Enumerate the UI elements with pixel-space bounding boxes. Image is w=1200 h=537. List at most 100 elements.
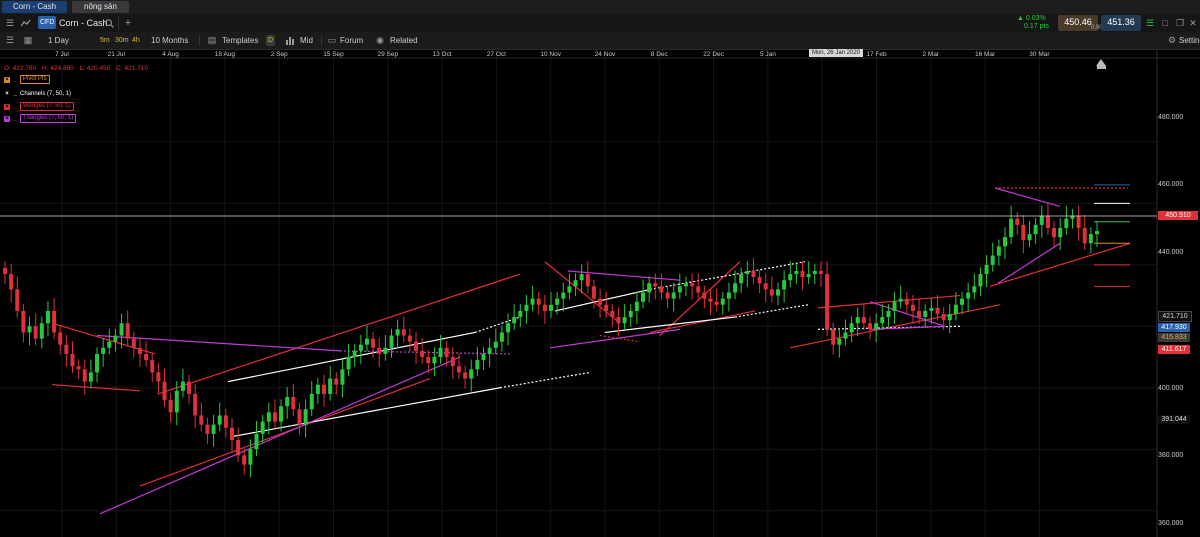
close-icon[interactable]: ✕ — [1188, 17, 1198, 29]
related-button[interactable]: Related — [390, 32, 418, 49]
candle-body — [364, 338, 369, 345]
indicator-settings-icon[interactable]: _ — [12, 77, 18, 83]
price-change-pts: 0.17 pts — [1024, 23, 1049, 30]
x-tick-label: 15 Sep — [323, 51, 344, 58]
chart-type-icon[interactable] — [20, 17, 32, 29]
y-tick-label: 360.000 — [1158, 520, 1184, 527]
maximize-icon[interactable]: □ — [1160, 17, 1170, 29]
indicator-triangles[interactable]: × _ Triangles (7, 50, 1) — [4, 114, 77, 123]
tab-nong-san[interactable]: nông sản — [72, 1, 129, 13]
x-tick-label: 13 Oct — [433, 51, 452, 58]
timeframe-5m[interactable]: 5m — [98, 35, 112, 46]
candle-body — [248, 449, 253, 465]
d-badge[interactable]: D — [266, 35, 276, 46]
candle-body — [107, 341, 112, 348]
triangle-line — [339, 350, 511, 355]
candle-body — [346, 357, 351, 370]
x-tick-label: 16 Mar — [975, 51, 996, 58]
candle-body — [475, 360, 480, 370]
forum-button[interactable]: Forum — [340, 32, 363, 49]
y-tick-label: 460.000 — [1158, 181, 1184, 188]
templates-button[interactable]: Templates — [222, 32, 258, 49]
candle-body — [996, 246, 1001, 256]
calendar-icon[interactable]: ▦ — [22, 35, 34, 46]
candle-body — [524, 304, 529, 311]
candle-body — [739, 274, 744, 284]
candle-body — [696, 286, 701, 293]
price-tag-pivot-r: 417.930 — [1158, 323, 1190, 332]
candle-body — [861, 317, 866, 324]
indicator-settings-icon[interactable]: _ — [12, 116, 18, 122]
timeframe-4h[interactable]: 4h — [130, 35, 142, 46]
candle-body — [941, 314, 946, 321]
order-ticket-icon[interactable]: ☰ — [1145, 17, 1155, 29]
candle-body — [450, 357, 455, 367]
candle-body — [1064, 218, 1069, 228]
remove-indicator-icon[interactable]: × — [4, 76, 10, 83]
candle-body — [984, 264, 989, 275]
candle-body — [775, 289, 780, 296]
timeframe-30m[interactable]: 30m — [113, 35, 131, 46]
restore-icon[interactable]: ❐ — [1175, 17, 1185, 29]
candle-body — [64, 344, 69, 354]
candle-body — [769, 289, 774, 296]
candle-body — [831, 329, 836, 345]
buy-button[interactable]: 451.36 — [1101, 15, 1141, 31]
range-selector[interactable]: 10 Months — [151, 32, 188, 49]
indicator-label: Wedges (7, 50, 1) — [20, 102, 74, 111]
candle-body — [585, 274, 590, 287]
candle-body — [285, 396, 290, 407]
templates-icon: ▤ — [207, 35, 217, 45]
indicator-settings-icon[interactable]: _ — [12, 104, 18, 110]
indicator-wedges[interactable]: × _ Wedges (7, 50, 1) — [4, 102, 74, 111]
price-tag-low: 391.044 — [1158, 415, 1190, 424]
candle-body — [555, 298, 560, 305]
x-tick-label: 2 Sep — [271, 51, 288, 58]
candle-body — [671, 292, 676, 299]
instrument-name[interactable]: Corn - Cash — [59, 14, 108, 32]
candle-body — [892, 301, 897, 311]
ohlc-close: C: 421.710 — [116, 65, 148, 72]
candle-body — [377, 347, 382, 354]
candle-body — [119, 323, 124, 336]
candle-body — [751, 270, 756, 278]
wedge-line — [544, 261, 621, 324]
candle-body — [733, 283, 738, 293]
settings-button[interactable]: Settings — [1179, 32, 1200, 49]
candle-body — [904, 298, 909, 305]
candle-body — [874, 323, 879, 330]
candle-body — [291, 396, 296, 410]
candle-body — [530, 298, 535, 305]
crosshair-date-label: Mon, 26 Jan 2020 — [809, 49, 863, 57]
candle-body — [573, 280, 578, 287]
list-icon[interactable]: ☰ — [4, 35, 16, 46]
candle-body — [438, 347, 443, 358]
candle-body — [653, 283, 658, 287]
interval-selector[interactable]: 1 Day — [48, 32, 69, 49]
indicator-settings-icon[interactable]: _ — [12, 91, 18, 97]
mid-price-button[interactable]: Mid — [300, 32, 313, 49]
candle-body — [598, 298, 603, 305]
candle-body — [812, 270, 817, 275]
indicator-label: Pivot Pts — [20, 75, 50, 84]
candle-body — [579, 274, 584, 281]
indicator-pivot[interactable]: × _ Pivot Pts — [4, 75, 50, 84]
indicator-channels[interactable]: × _ Channels (7, 50, 1) — [4, 91, 71, 97]
price-chart[interactable]: 7 Jul 21 Jul 4 Aug 18 Aug 2 Sep 15 Sep 29 Sep 1… — [0, 49, 1200, 537]
remove-indicator-icon[interactable]: × — [4, 103, 10, 110]
candle-body — [21, 310, 26, 333]
menu-icon[interactable]: ☰ — [4, 17, 16, 29]
candle-body — [825, 274, 830, 330]
candle-body — [58, 332, 63, 345]
y-tick-label: 400.000 — [1158, 385, 1184, 392]
tab-corn-cash[interactable]: Corn - Cash — [2, 1, 67, 13]
candle-body — [389, 335, 394, 348]
candle-body — [229, 427, 234, 441]
remove-indicator-icon[interactable]: × — [4, 115, 10, 122]
remove-indicator-icon[interactable]: × — [4, 91, 10, 97]
candle-body — [358, 344, 363, 351]
search-icon[interactable] — [103, 17, 115, 29]
triangle-line — [997, 242, 1061, 284]
x-tick-label: 27 Oct — [487, 51, 506, 58]
add-chart-icon[interactable]: + — [122, 16, 134, 30]
